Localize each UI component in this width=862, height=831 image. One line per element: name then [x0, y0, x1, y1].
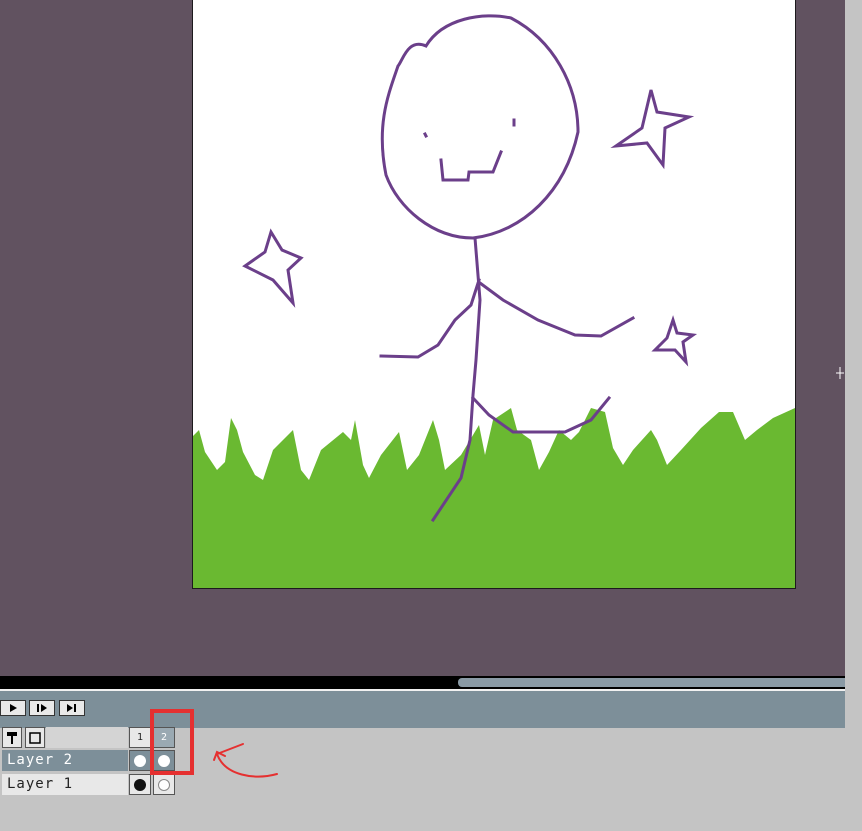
- step-forward-icon: [37, 704, 47, 712]
- stickman-arm-left: [379, 278, 481, 359]
- frame-number: 1: [136, 732, 144, 743]
- pin-icon: [7, 731, 17, 744]
- onion-skin-button[interactable]: [25, 727, 45, 748]
- crosshair-cursor-icon: [836, 367, 844, 379]
- frame-header-1[interactable]: 1: [129, 727, 151, 748]
- layer-name[interactable]: Layer 2: [2, 750, 128, 771]
- grass-layer: [193, 408, 795, 588]
- frame-cell[interactable]: [129, 750, 151, 771]
- keyframe-white-dot: [134, 754, 146, 767]
- keyframe-white-dot: [158, 778, 170, 791]
- jump-to-end-button[interactable]: [59, 700, 85, 716]
- sparkle-left: [242, 228, 304, 308]
- stickman-eye-left: [422, 131, 429, 139]
- sparkle-small-right: [651, 315, 698, 367]
- keyframe-black-dot: [134, 778, 146, 791]
- onion-skin-icon: [29, 731, 41, 744]
- stickman-arm-right: [477, 280, 636, 338]
- timeline-controls: [0, 689, 845, 728]
- stickman-head: [380, 14, 580, 240]
- layer-name[interactable]: Layer 1: [2, 774, 128, 795]
- annotation-highlight-box: [150, 709, 194, 775]
- play-icon: [10, 704, 17, 712]
- frame-cell[interactable]: [153, 774, 175, 795]
- drawing-canvas[interactable]: [193, 0, 795, 588]
- scrollbar-thumb[interactable]: [458, 678, 845, 687]
- stickman-mouth: [439, 150, 503, 182]
- annotation-arrow-icon: [213, 743, 278, 778]
- play-button[interactable]: [0, 700, 26, 716]
- drawing-artwork: [193, 14, 795, 588]
- step-forward-button[interactable]: [29, 700, 55, 716]
- sparkle-top-right: [610, 89, 695, 170]
- header-spacer: [46, 727, 128, 748]
- pin-button[interactable]: [2, 727, 22, 748]
- frame-cell[interactable]: [129, 774, 151, 795]
- right-edge-strip: [845, 0, 862, 690]
- layer-row-1[interactable]: Layer 1: [0, 773, 178, 796]
- jump-to-end-icon: [67, 704, 76, 712]
